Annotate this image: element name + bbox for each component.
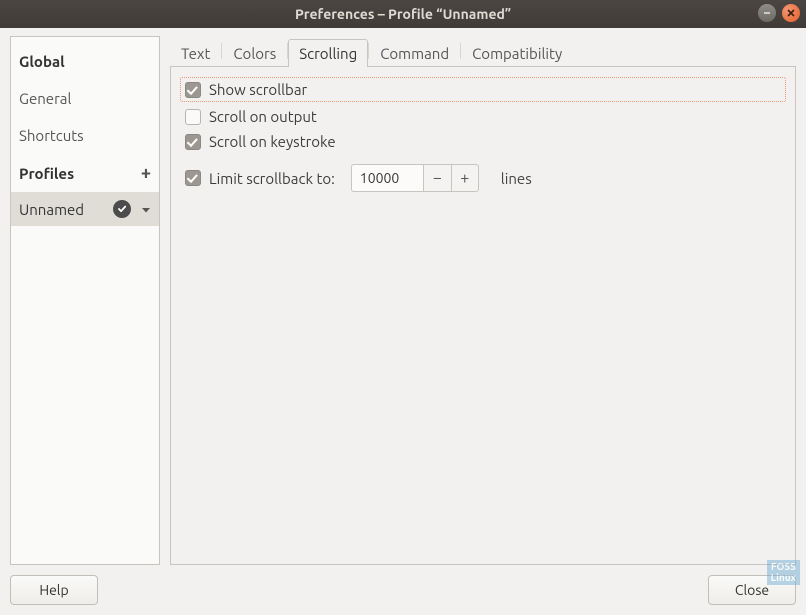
tab-compatibility[interactable]: Compatibility	[461, 39, 573, 67]
profile-menu-icon[interactable]	[141, 201, 151, 218]
close-button[interactable]: Close	[708, 575, 796, 605]
option-scroll-on-keystroke[interactable]: Scroll on keystroke	[185, 129, 781, 154]
sidebar-item-general[interactable]: General	[11, 80, 159, 117]
sidebar-profile-label: Unnamed	[19, 201, 84, 218]
tab-colors[interactable]: Colors	[222, 39, 287, 67]
checkbox-show-scrollbar[interactable]	[185, 82, 201, 98]
sidebar-profile-unnamed[interactable]: Unnamed	[11, 192, 159, 226]
window-controls	[758, 4, 800, 22]
option-show-scrollbar[interactable]: Show scrollbar	[180, 77, 786, 102]
scrollback-increment[interactable]: +	[451, 164, 479, 192]
label-limit-scrollback: Limit scrollback to:	[209, 170, 335, 187]
add-profile-icon[interactable]: +	[141, 164, 151, 182]
tab-command[interactable]: Command	[369, 39, 460, 67]
scrollback-input[interactable]	[351, 164, 423, 192]
sidebar-heading-global: Global	[11, 43, 159, 80]
checkbox-limit-scrollback[interactable]	[185, 170, 201, 186]
preferences-sidebar: Global General Shortcuts Profiles + Unna…	[10, 36, 160, 565]
default-profile-icon	[113, 200, 131, 218]
tab-scrolling[interactable]: Scrolling	[288, 39, 368, 67]
option-limit-scrollback: Limit scrollback to: − + lines	[185, 160, 781, 196]
close-icon[interactable]	[782, 4, 800, 22]
window-title: Preferences – Profile “Unnamed”	[295, 6, 511, 22]
label-scroll-on-output: Scroll on output	[209, 108, 317, 125]
tab-text[interactable]: Text	[170, 39, 221, 67]
scrollback-suffix: lines	[501, 170, 532, 187]
preferences-content: Text Colors Scrolling Command Compatibil…	[170, 36, 796, 565]
checkbox-scroll-on-keystroke[interactable]	[185, 134, 201, 150]
scrollback-stepper: − +	[351, 164, 479, 192]
option-scroll-on-output[interactable]: Scroll on output	[185, 104, 781, 129]
label-show-scrollbar: Show scrollbar	[209, 81, 307, 98]
window-titlebar: Preferences – Profile “Unnamed”	[0, 0, 806, 28]
scrollback-decrement[interactable]: −	[423, 164, 451, 192]
tab-bar: Text Colors Scrolling Command Compatibil…	[170, 36, 796, 66]
sidebar-item-shortcuts[interactable]: Shortcuts	[11, 117, 159, 154]
sidebar-heading-profiles: Profiles +	[11, 154, 159, 192]
label-scroll-on-keystroke: Scroll on keystroke	[209, 133, 336, 150]
tab-pane-scrolling: Show scrollbar Scroll on output Scroll o…	[170, 66, 796, 565]
minimize-icon[interactable]	[758, 4, 776, 22]
help-button[interactable]: Help	[10, 575, 98, 605]
checkbox-scroll-on-output[interactable]	[185, 109, 201, 125]
dialog-button-row: Help Close	[10, 575, 796, 605]
